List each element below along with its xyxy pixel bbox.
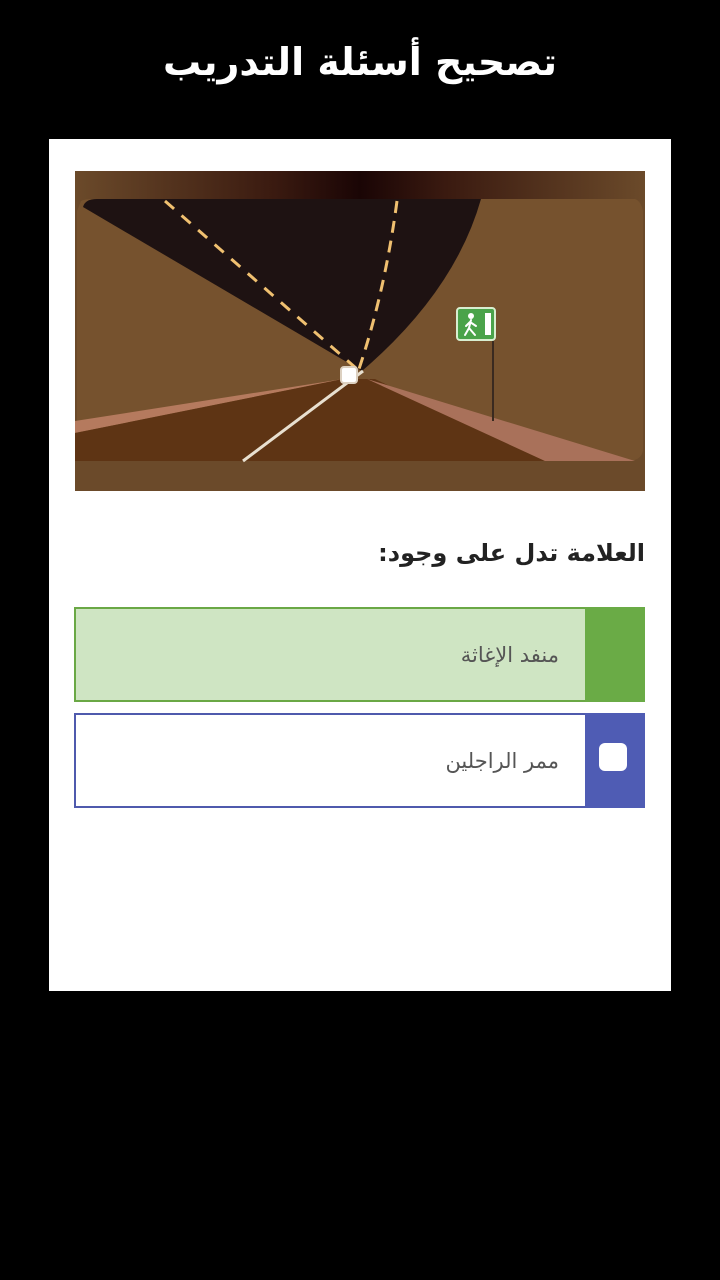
answer-option-2[interactable]: ممر الراجلين — [74, 713, 645, 808]
pedestrian-exit-icon — [456, 307, 496, 341]
checkbox[interactable] — [599, 743, 627, 771]
question-card: العلامة تدل على وجود: منفد الإغاثة ممر ا… — [49, 139, 671, 991]
correct-indicator — [585, 607, 645, 702]
answer-option-1[interactable]: منفد الإغاثة — [74, 607, 645, 702]
question-text: العلامة تدل على وجود: — [378, 539, 645, 567]
answer-label: منفد الإغاثة — [460, 642, 559, 667]
answer-label: ممر الراجلين — [445, 748, 559, 773]
checkbox-panel — [585, 713, 645, 808]
page-title: تصحيح أسئلة التدريب — [162, 40, 558, 84]
tunnel-image — [75, 171, 645, 491]
